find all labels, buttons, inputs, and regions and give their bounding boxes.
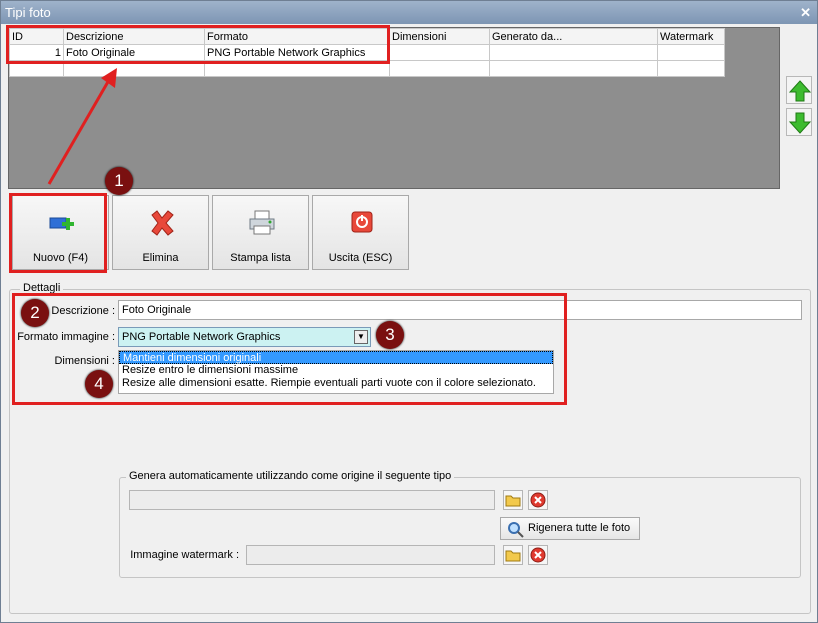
print-list-label: Stampa lista: [230, 252, 291, 264]
annotation-badge-3: 3: [376, 321, 404, 349]
annotation-badge-1: 1: [105, 167, 133, 195]
tipi-foto-window: Tipi foto ✕ ID Descrizione Formato Dimen…: [0, 0, 818, 623]
title-bar: Tipi foto ✕: [1, 1, 817, 24]
window-title: Tipi foto: [5, 5, 51, 20]
exit-button-label: Uscita (ESC): [328, 252, 393, 264]
delete-x-icon: [151, 210, 174, 236]
move-up-button[interactable]: [786, 76, 812, 104]
printer-icon: [249, 210, 275, 235]
empty-cell[interactable]: [657, 60, 725, 77]
arrow-up-icon: [788, 80, 812, 102]
clear-icon: [530, 492, 546, 508]
annotation-badge-4: 4: [85, 370, 113, 398]
clear-icon: [530, 547, 546, 563]
arrow-down-icon: [788, 112, 812, 134]
print-list-button[interactable]: Stampa lista: [212, 195, 309, 270]
close-icon[interactable]: ✕: [800, 1, 811, 24]
browse-origin-button[interactable]: [503, 490, 523, 510]
regenerate-icon: [508, 522, 524, 538]
folder-icon: [505, 550, 521, 562]
annotation-box-grid-row: [6, 25, 390, 64]
column-header-watermark[interactable]: Watermark: [657, 28, 725, 45]
regenerate-label: Rigenera tutte le foto: [528, 522, 631, 534]
generate-legend: Genera automaticamente utilizzando come …: [126, 470, 455, 482]
watermark-label: Immagine watermark :: [130, 549, 239, 561]
annotation-badge-2: 2: [21, 299, 49, 327]
browse-watermark-button[interactable]: [503, 545, 523, 565]
clear-watermark-button[interactable]: [528, 545, 548, 565]
cell-generato-da[interactable]: [489, 44, 658, 61]
cell-watermark[interactable]: [657, 44, 725, 61]
exit-button[interactable]: Uscita (ESC): [312, 195, 409, 270]
watermark-field[interactable]: [246, 545, 495, 565]
move-down-button[interactable]: [786, 108, 812, 136]
exit-power-icon: [351, 211, 373, 233]
column-header-dimensioni[interactable]: Dimensioni: [389, 28, 490, 45]
column-header-generato-da[interactable]: Generato da...: [489, 28, 658, 45]
clear-origin-button[interactable]: [528, 490, 548, 510]
delete-button-label: Elimina: [142, 252, 179, 264]
origin-type-field[interactable]: [129, 490, 495, 510]
annotation-box-new-button: [9, 193, 107, 273]
cell-dimensioni[interactable]: [389, 44, 490, 61]
empty-cell[interactable]: [489, 60, 658, 77]
folder-icon: [505, 495, 521, 507]
empty-cell[interactable]: [389, 60, 490, 77]
delete-button[interactable]: Elimina: [112, 195, 209, 270]
regenerate-all-button[interactable]: Rigenera tutte le foto: [500, 517, 640, 540]
